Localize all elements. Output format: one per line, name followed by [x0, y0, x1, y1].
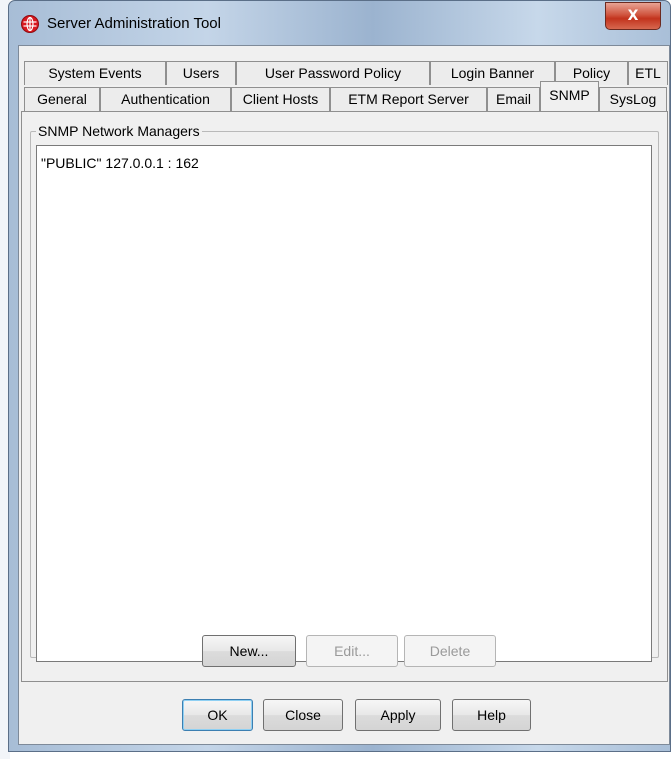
tab-etm-report-server[interactable]: ETM Report Server	[330, 87, 487, 111]
new-button[interactable]: New...	[202, 635, 296, 667]
tab-syslog[interactable]: SysLog	[599, 87, 667, 111]
server-admin-window: Server Administration Tool X System Even…	[8, 0, 671, 752]
delete-button[interactable]: Delete	[404, 635, 496, 667]
tab-login-banner[interactable]: Login Banner	[430, 61, 555, 85]
title-bar[interactable]: Server Administration Tool X	[9, 1, 670, 45]
tab-etl[interactable]: ETL	[628, 61, 668, 85]
tab-system-events[interactable]: System Events	[24, 61, 166, 85]
edit-button[interactable]: Edit...	[306, 635, 398, 667]
tab-user-password-policy[interactable]: User Password Policy	[236, 61, 430, 85]
close-icon: X	[627, 8, 639, 24]
help-button[interactable]: Help	[452, 699, 531, 731]
tab-email[interactable]: Email	[487, 87, 540, 111]
tab-client-hosts[interactable]: Client Hosts	[231, 87, 330, 111]
tab-users[interactable]: Users	[166, 61, 236, 85]
tab-authentication[interactable]: Authentication	[100, 87, 231, 111]
tab-snmp[interactable]: SNMP	[540, 81, 599, 111]
snmp-panel: SNMP Network Managers "PUBLIC" 127.0.0.1…	[21, 111, 668, 682]
group-label: SNMP Network Managers	[36, 123, 202, 139]
ok-button[interactable]: OK	[182, 699, 253, 731]
close-window-button[interactable]: X	[605, 2, 661, 30]
close-button[interactable]: Close	[263, 699, 343, 731]
apply-button[interactable]: Apply	[355, 699, 441, 731]
window-title: Server Administration Tool	[47, 15, 221, 32]
globe-icon	[21, 15, 39, 33]
snmp-managers-list[interactable]: "PUBLIC" 127.0.0.1 : 162	[36, 145, 652, 662]
list-item[interactable]: "PUBLIC" 127.0.0.1 : 162	[41, 155, 199, 171]
tab-general[interactable]: General	[24, 87, 100, 111]
tab-strip-divider	[21, 111, 667, 112]
client-area: System Events Users User Password Policy…	[18, 45, 670, 745]
